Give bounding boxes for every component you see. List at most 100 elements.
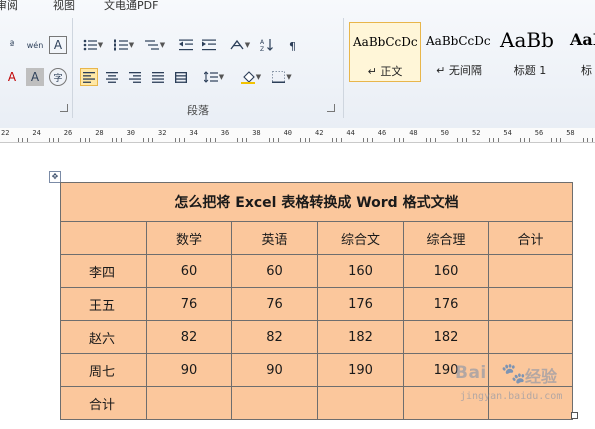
table-cell[interactable]: 76 — [231, 287, 318, 321]
ruler-tick — [398, 138, 400, 142]
align-left-button[interactable] — [80, 68, 98, 86]
header-cell[interactable]: 英语 — [231, 221, 318, 255]
watermark-brand: Bai — [455, 363, 487, 383]
header-cell[interactable]: 综合文 — [317, 221, 404, 255]
header-cell[interactable]: 数学 — [146, 221, 232, 255]
ruler-number: 54 — [503, 129, 512, 137]
table-cell[interactable]: 90 — [231, 353, 318, 387]
ruler-number: 32 — [158, 129, 167, 137]
table-cell[interactable] — [146, 386, 232, 420]
ruler-tick — [210, 138, 212, 142]
char-border-button[interactable]: A — [49, 36, 67, 54]
style-name: 标 — [581, 64, 592, 77]
ruler-tick — [214, 138, 216, 142]
sort-button[interactable]: AZ — [258, 36, 276, 54]
menu-pdf[interactable]: 文电通PDF — [104, 0, 158, 13]
table-cell[interactable]: 160 — [317, 254, 404, 288]
table-cell[interactable] — [488, 320, 573, 354]
ruler-tick — [268, 138, 270, 142]
wen-icon: wén — [26, 40, 44, 50]
header-cell[interactable]: 综合理 — [403, 221, 489, 255]
show-marks-button[interactable]: ¶ — [285, 36, 303, 54]
ruler-tick — [120, 138, 122, 142]
table-cell[interactable]: 176 — [317, 287, 404, 321]
char-shading-button[interactable]: A — [26, 68, 44, 86]
ruler-tick — [304, 138, 306, 142]
header-cell[interactable] — [60, 221, 147, 255]
table-cell[interactable]: 160 — [403, 254, 489, 288]
paw-icon: 🐾 — [501, 361, 526, 385]
distributed-icon — [175, 71, 187, 83]
shading-button[interactable]: ▼ — [238, 68, 264, 86]
distributed-button[interactable] — [172, 68, 190, 86]
table-cell[interactable]: 60 — [146, 254, 232, 288]
bullets-icon — [83, 39, 97, 51]
decrease-indent-button[interactable] — [177, 36, 195, 54]
line-spacing-icon — [203, 71, 218, 83]
table-cell[interactable]: 182 — [403, 320, 489, 354]
line-spacing-button[interactable]: ▼ — [201, 68, 227, 86]
style-name: 标题 1 — [513, 64, 547, 77]
row-name-cell[interactable]: 合计 — [60, 386, 147, 420]
table-cell[interactable]: 182 — [317, 320, 404, 354]
row-name-cell[interactable]: 赵六 — [60, 320, 147, 354]
style-sample: AaBbCcDc — [353, 35, 418, 49]
table-cell[interactable]: 190 — [317, 353, 404, 387]
table-cell[interactable]: 82 — [146, 320, 232, 354]
phonetic-guide-button[interactable]: ª — [3, 36, 21, 54]
font-dialog-launcher[interactable] — [60, 104, 68, 112]
numbering-button[interactable]: ▼ — [111, 36, 137, 54]
justify-button[interactable] — [149, 68, 167, 86]
header-cell[interactable]: 合计 — [488, 221, 573, 255]
bullets-button[interactable]: ▼ — [80, 36, 106, 54]
horizontal-ruler[interactable]: 22 24 26 28 30 32 34 36 38 40 42 44 46 48 50 52 54 56 58 — [0, 128, 595, 143]
ruler-tick — [331, 138, 333, 142]
menu-view[interactable]: 视图 — [53, 0, 75, 13]
table-resize-handle[interactable] — [571, 412, 578, 419]
table-cell[interactable]: 76 — [146, 287, 232, 321]
table-cell[interactable] — [317, 386, 404, 420]
table-cell[interactable]: 176 — [403, 287, 489, 321]
ruler-number: 26 — [63, 129, 73, 137]
table-title[interactable]: 怎么把将 Excel 表格转换成 Word 格式文档 — [60, 182, 573, 222]
table-cell[interactable]: 90 — [146, 353, 232, 387]
row-name-cell[interactable]: 王五 — [60, 287, 147, 321]
style-tile-heading-1[interactable]: AaBb 标题 1 — [497, 22, 563, 82]
table-cell[interactable] — [488, 287, 573, 321]
row-name-cell[interactable]: 周七 — [60, 353, 147, 387]
char-border-icon: A — [53, 38, 63, 52]
enclose-char-button[interactable]: 字 — [49, 68, 67, 86]
table-title-row: 怎么把将 Excel 表格转换成 Word 格式文档 — [60, 182, 573, 222]
watermark-brand-cn: 经验 — [525, 367, 558, 386]
style-tile-no-spacing[interactable]: AaBbCcDc ↵ 无间隔 — [423, 22, 495, 82]
align-center-button[interactable] — [103, 68, 121, 86]
style-name: ↵ 无间隔 — [436, 64, 482, 77]
ruler-tick — [300, 138, 302, 142]
justify-icon — [152, 71, 164, 83]
menu-review[interactable]: 审阅 — [0, 0, 18, 13]
ruler-tick — [461, 138, 463, 142]
ruler-tick — [524, 138, 526, 142]
table-cell[interactable] — [488, 254, 573, 288]
paragraph-dialog-launcher[interactable] — [327, 104, 335, 112]
svg-text:Z: Z — [260, 46, 264, 52]
table-cell[interactable]: 60 — [231, 254, 318, 288]
table-cell[interactable]: 82 — [231, 320, 318, 354]
ruler-number: 34 — [189, 129, 198, 137]
ruler-tick — [560, 138, 562, 142]
borders-button[interactable]: ▼ — [269, 68, 295, 86]
ruler-number: 38 — [252, 129, 261, 137]
font-color-button[interactable]: A — [3, 68, 21, 86]
ruler-tick — [17, 138, 19, 142]
table-cell[interactable] — [231, 386, 318, 420]
style-tile-heading-2[interactable]: AaB 标 — [567, 22, 595, 82]
multilevel-list-button[interactable]: ▼ — [142, 36, 168, 54]
group-separator — [72, 18, 73, 118]
chinese-layout-button[interactable]: ▼ — [227, 36, 253, 54]
row-name-cell[interactable]: 李四 — [60, 254, 147, 288]
increase-indent-button[interactable] — [200, 36, 218, 54]
pinyin-button[interactable]: wén — [26, 36, 44, 54]
style-tile-normal[interactable]: AaBbCcDc ↵ 正文 — [349, 22, 421, 82]
style-sample: AaBbCcDc — [426, 34, 491, 48]
align-right-button[interactable] — [126, 68, 144, 86]
